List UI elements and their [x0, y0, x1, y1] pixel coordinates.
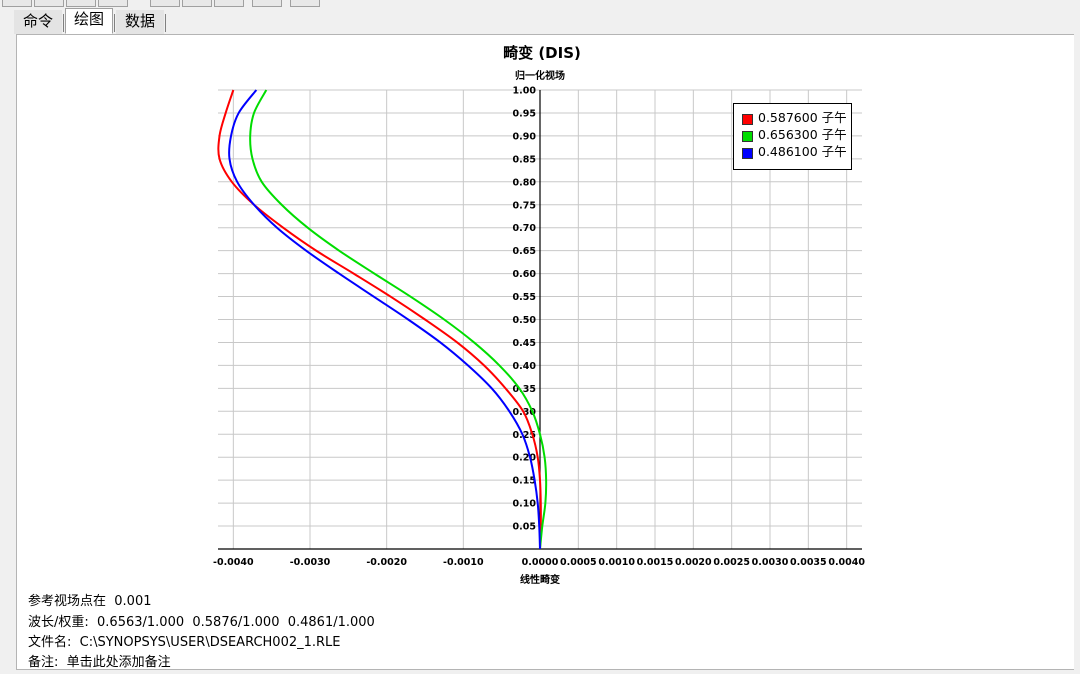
x-tick-label: 0.0005	[560, 557, 597, 568]
legend-label: 0.486100 子午	[758, 144, 847, 159]
note-value[interactable]: 单击此处添加备注	[67, 655, 171, 670]
note-label: 备注:	[28, 655, 59, 670]
y-tick-label: 0.10	[513, 499, 537, 510]
legend: 0.587600 子午 0.656300 子午 0.486100 子午	[733, 103, 852, 170]
file-value: C:\SYNOPSYS\USER\DSEARCH002_1.RLE	[79, 635, 341, 650]
x-tick-label: 0.0020	[675, 557, 712, 568]
y-tick-label: 0.75	[513, 200, 536, 211]
y-tick-label: 0.65	[513, 246, 536, 257]
x-tick-label: -0.0010	[443, 557, 484, 568]
y-axis-label: 归一化视场	[515, 69, 565, 82]
legend-swatch-green	[742, 131, 753, 142]
y-tick-label: 0.85	[513, 154, 536, 165]
y-tick-label: 0.45	[513, 338, 536, 349]
y-tick-label: 1.00	[513, 86, 537, 97]
x-tick-label: 0.0000	[522, 557, 559, 568]
y-tick-label: 0.90	[513, 131, 537, 142]
x-tick-label: 0.0035	[790, 557, 827, 568]
filename-line: 文件名: C:\SYNOPSYS\USER\DSEARCH002_1.RLE	[28, 631, 341, 650]
legend-swatch-red	[742, 114, 753, 125]
distortion-chart: 畸变 (DIS) 归一化视场 线性畸变 -0.0040 -0.0030 -0.002…	[213, 44, 865, 586]
x-tick-label: 0.0015	[637, 557, 674, 568]
wavelength-line: 波长/权重: 0.6563/1.000 0.5876/1.000 0.4861/…	[28, 611, 375, 630]
y-tick-label: 0.05	[513, 522, 536, 533]
y-tick-label: 0.70	[513, 223, 537, 234]
legend-label: 0.587600 子午	[758, 110, 847, 125]
x-axis-label: 线性畸变	[520, 573, 560, 586]
y-tick-label: 0.40	[513, 361, 537, 372]
y-tick-label: 0.95	[513, 108, 536, 119]
x-tick-label: -0.0030	[290, 557, 331, 568]
y-tick-label: 0.20	[513, 453, 537, 464]
ref-value: 0.001	[114, 594, 152, 609]
x-tick-label: 0.0025	[713, 557, 750, 568]
note-line[interactable]: 备注: 单击此处添加备注	[28, 651, 171, 670]
legend-swatch-blue	[742, 148, 753, 159]
y-tick-label: 0.55	[513, 292, 536, 303]
x-tick-label: -0.0040	[213, 557, 254, 568]
reference-field-line: 参考视场点在 0.001	[28, 590, 152, 609]
x-tick-label: 0.0030	[752, 557, 789, 568]
y-tick-label: 0.50	[513, 315, 537, 326]
x-tick-label: 0.0010	[598, 557, 635, 568]
ref-label: 参考视场点在	[28, 594, 107, 609]
wave-label: 波长/权重:	[28, 615, 89, 630]
chart-title: 畸变 (DIS)	[503, 44, 581, 62]
y-tick-label: 0.60	[513, 269, 537, 280]
file-label: 文件名:	[28, 635, 72, 650]
wave-value: 0.6563/1.000 0.5876/1.000 0.4861/1.000	[97, 615, 375, 630]
x-tick-label: 0.0040	[828, 557, 865, 568]
legend-label: 0.656300 子午	[758, 127, 847, 142]
x-tick-label: -0.0020	[366, 557, 407, 568]
y-tick-label: 0.80	[513, 177, 537, 188]
y-tick-label: 0.15	[513, 476, 536, 487]
